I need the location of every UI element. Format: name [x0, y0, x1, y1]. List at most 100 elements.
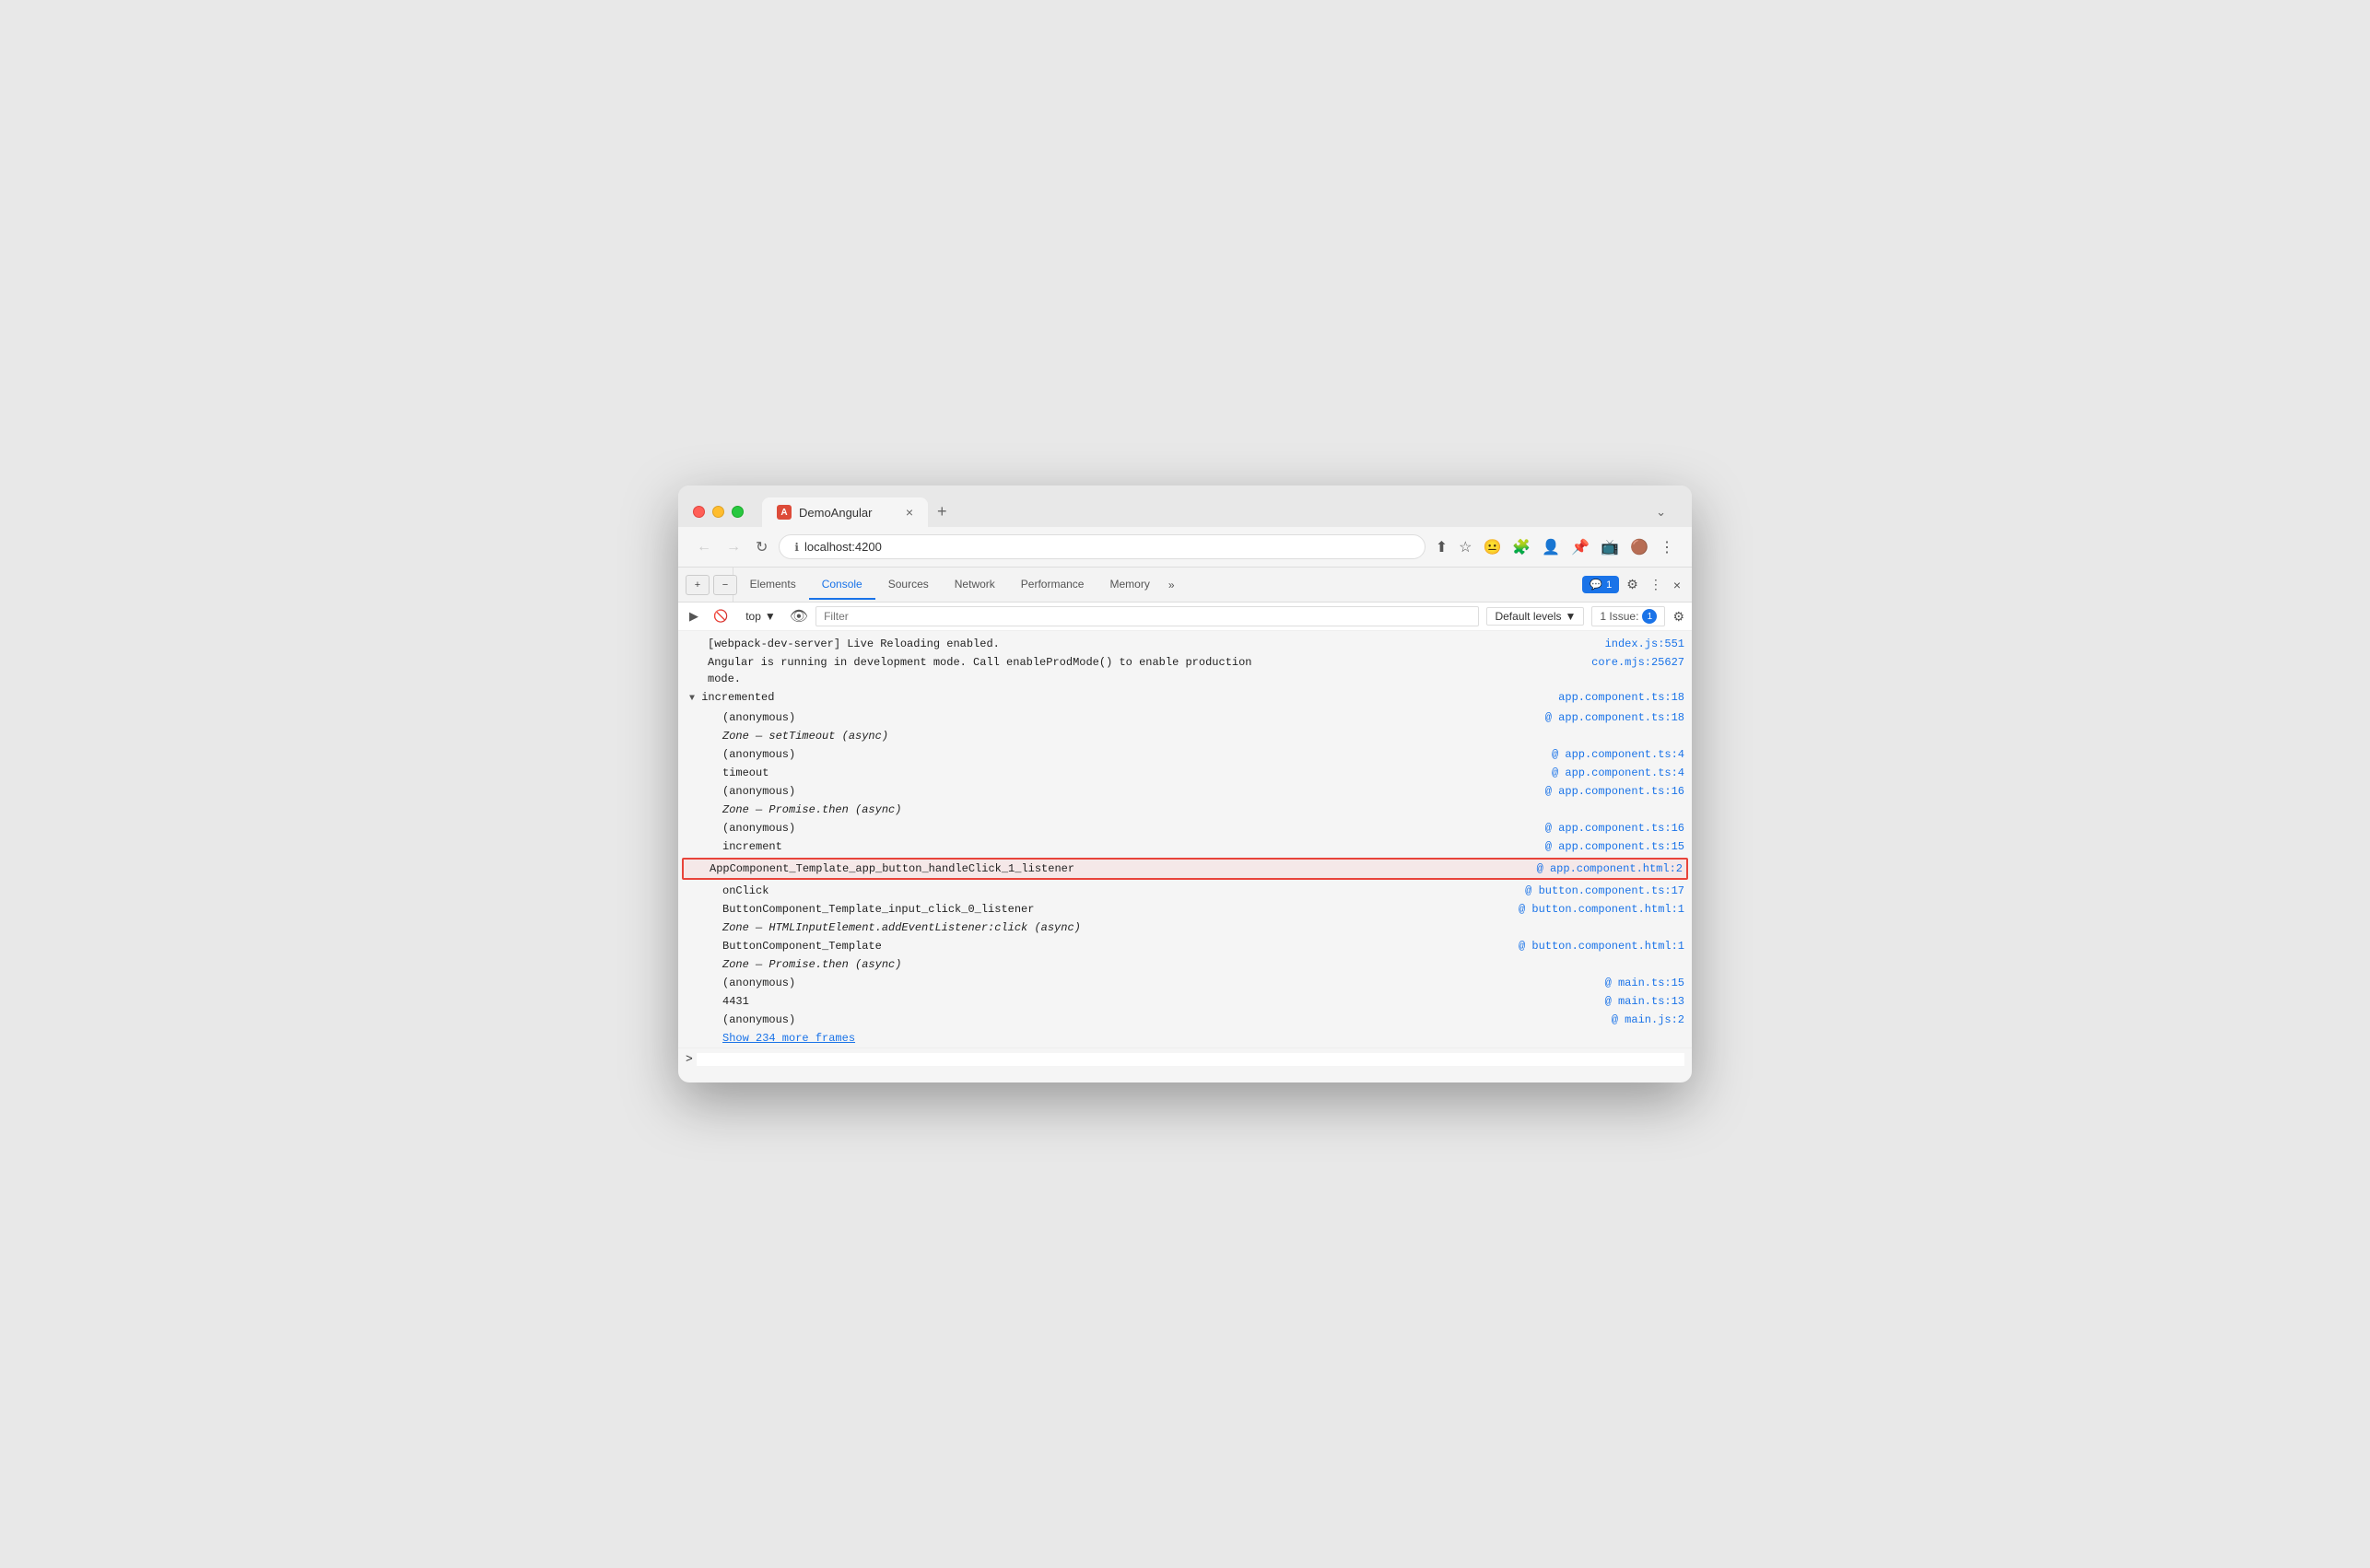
tab-memory[interactable]: Memory — [1097, 570, 1162, 600]
maximize-window-button[interactable] — [732, 506, 744, 518]
filter-input[interactable] — [815, 606, 1479, 626]
default-levels-button[interactable]: Default levels ▼ — [1486, 607, 1584, 626]
console-link[interactable]: core.mjs:25627 — [1577, 654, 1684, 671]
console-link[interactable]: @ button.component.ts:17 — [1510, 883, 1684, 899]
tabs-area: A DemoAngular × + ⌄ — [762, 497, 1677, 527]
tab-favicon: A — [777, 505, 792, 520]
console-link[interactable]: @ app.component.ts:18 — [1531, 709, 1684, 726]
user-avatar[interactable]: 🟤 — [1627, 535, 1651, 559]
console-text: [webpack-dev-server] Live Reloading enab… — [708, 636, 1590, 652]
console-link[interactable]: @ app.component.ts:4 — [1537, 765, 1684, 781]
profile-icon[interactable]: 👤 — [1539, 535, 1563, 559]
console-output: [webpack-dev-server] Live Reloading enab… — [678, 631, 1692, 1082]
console-link[interactable]: @ app.component.ts:16 — [1531, 783, 1684, 800]
clear-console-button[interactable]: 🚫 — [710, 607, 732, 626]
devtools-close-button[interactable]: × — [1670, 574, 1684, 596]
prompt-arrow: > — [686, 1052, 693, 1066]
minimize-window-button[interactable] — [712, 506, 724, 518]
tab-network[interactable]: Network — [942, 570, 1008, 600]
console-text: Zone — Promise.then (async) — [722, 956, 1684, 973]
console-text: AppComponent_Template_app_button_handleC… — [710, 860, 1522, 877]
browser-window: A DemoAngular × + ⌄ ← → ↻ ℹ localhost:42… — [678, 486, 1692, 1082]
main-area: + − ⬚ 📱 Elements Console Sources — [678, 568, 1692, 1082]
console-link[interactable]: @ app.component.ts:16 — [1531, 820, 1684, 837]
console-link[interactable]: @ app.component.ts:4 — [1537, 746, 1684, 763]
tab-sources[interactable]: Sources — [875, 570, 942, 600]
console-link[interactable]: index.js:551 — [1590, 636, 1684, 652]
console-line: Zone — HTMLInputElement.addEventListener… — [678, 919, 1692, 937]
browser-actions: ⬆ ☆ 😐 🧩 👤 📌 📺 🟤 ⋮ — [1433, 535, 1677, 559]
browser-tab[interactable]: A DemoAngular × — [762, 497, 928, 527]
console-line: increment @ app.component.ts:15 — [678, 837, 1692, 856]
tab-performance[interactable]: Performance — [1008, 570, 1097, 600]
console-text: increment — [722, 838, 1531, 855]
expand-sidebar-button[interactable]: + — [686, 575, 710, 595]
console-text: (anonymous) — [722, 746, 1537, 763]
console-line: (anonymous) @ app.component.ts:16 — [678, 782, 1692, 801]
highlighted-console-line: AppComponent_Template_app_button_handleC… — [682, 858, 1688, 880]
console-line: (anonymous) @ app.component.ts:16 — [678, 819, 1692, 837]
console-line: ▼ incremented app.component.ts:18 — [678, 688, 1692, 708]
share-icon[interactable]: ⬆ — [1433, 535, 1450, 559]
notification-badge[interactable]: 💬 1 — [1582, 576, 1619, 593]
url-bar[interactable]: ℹ localhost:4200 — [779, 534, 1425, 559]
devtools-settings-button[interactable]: ⚙ — [1623, 573, 1642, 596]
console-settings-button[interactable]: ⚙ — [1672, 609, 1684, 625]
pin-icon[interactable]: 📌 — [1568, 535, 1592, 559]
console-link[interactable]: app.component.ts:18 — [1543, 689, 1684, 706]
console-line: onClick @ button.component.ts:17 — [678, 882, 1692, 900]
security-icon: ℹ — [794, 541, 799, 554]
menu-icon[interactable]: ⋮ — [1657, 535, 1677, 559]
tab-elements[interactable]: Elements — [737, 570, 809, 600]
console-line: [webpack-dev-server] Live Reloading enab… — [678, 635, 1692, 653]
devtools-tabs: ⬚ 📱 Elements Console Sources Network Per… — [678, 568, 1692, 603]
tab-end-arrow[interactable]: ⌄ — [1645, 497, 1677, 527]
devtools-more-button[interactable]: ⋮ — [1646, 573, 1666, 596]
console-link[interactable]: @ button.component.html:1 — [1504, 938, 1684, 954]
console-text: (anonymous) — [722, 709, 1531, 726]
reload-button[interactable]: ↻ — [752, 536, 771, 558]
tab-title: DemoAngular — [799, 506, 873, 520]
traffic-lights — [693, 506, 744, 518]
back-button[interactable]: ← — [693, 537, 715, 557]
console-link[interactable]: @ main.js:2 — [1597, 1012, 1684, 1028]
sidebar-toggle: + − — [686, 575, 737, 595]
extension-icon[interactable]: 🧩 — [1509, 535, 1533, 559]
console-text: Zone — Promise.then (async) — [722, 802, 1684, 818]
console-line: (anonymous) @ app.component.ts:4 — [678, 745, 1692, 764]
collapse-sidebar-button[interactable]: − — [713, 575, 737, 595]
show-more-frames-link[interactable]: Show 234 more frames — [722, 1030, 855, 1047]
forward-button[interactable]: → — [722, 537, 745, 557]
console-link[interactable]: @ app.component.html:2 — [1522, 860, 1683, 877]
console-text: Zone — HTMLInputElement.addEventListener… — [722, 919, 1684, 936]
console-link[interactable]: @ button.component.html:1 — [1504, 901, 1684, 918]
close-window-button[interactable] — [693, 506, 705, 518]
new-tab-button[interactable]: + — [928, 497, 956, 527]
console-prompt: > — [678, 1047, 1692, 1070]
console-text: ButtonComponent_Template_input_click_0_l… — [722, 901, 1504, 918]
tab-console[interactable]: Console — [809, 570, 875, 600]
console-text: timeout — [722, 765, 1537, 781]
console-line: ButtonComponent_Template_input_click_0_l… — [678, 900, 1692, 919]
console-input[interactable] — [697, 1053, 1684, 1066]
console-text: (anonymous) — [722, 975, 1590, 991]
context-selector[interactable]: top ▼ — [739, 607, 782, 626]
execute-button[interactable]: ▶ — [686, 607, 702, 626]
console-text: (anonymous) — [722, 820, 1531, 837]
console-text: 4431 — [722, 993, 1590, 1010]
avatar-icon[interactable]: 😐 — [1480, 535, 1504, 559]
console-link[interactable]: @ app.component.ts:15 — [1531, 838, 1684, 855]
console-link[interactable]: @ main.ts:13 — [1590, 993, 1684, 1010]
console-line: ButtonComponent_Template @ button.compon… — [678, 937, 1692, 955]
bookmark-icon[interactable]: ☆ — [1456, 535, 1474, 559]
console-link[interactable]: @ main.ts:15 — [1590, 975, 1684, 991]
more-tabs-button[interactable]: » — [1163, 571, 1180, 599]
eye-button[interactable]: 👁 — [790, 607, 808, 626]
cast-icon[interactable]: 📺 — [1598, 535, 1622, 559]
console-line: Zone — Promise.then (async) — [678, 955, 1692, 974]
tab-close-button[interactable]: × — [906, 505, 913, 520]
console-text: Angular is running in development mode. … — [708, 654, 1577, 687]
url-text: localhost:4200 — [804, 540, 882, 554]
console-line: (anonymous) @ main.js:2 — [678, 1011, 1692, 1029]
issues-badge[interactable]: 1 Issue: 1 — [1591, 606, 1665, 626]
